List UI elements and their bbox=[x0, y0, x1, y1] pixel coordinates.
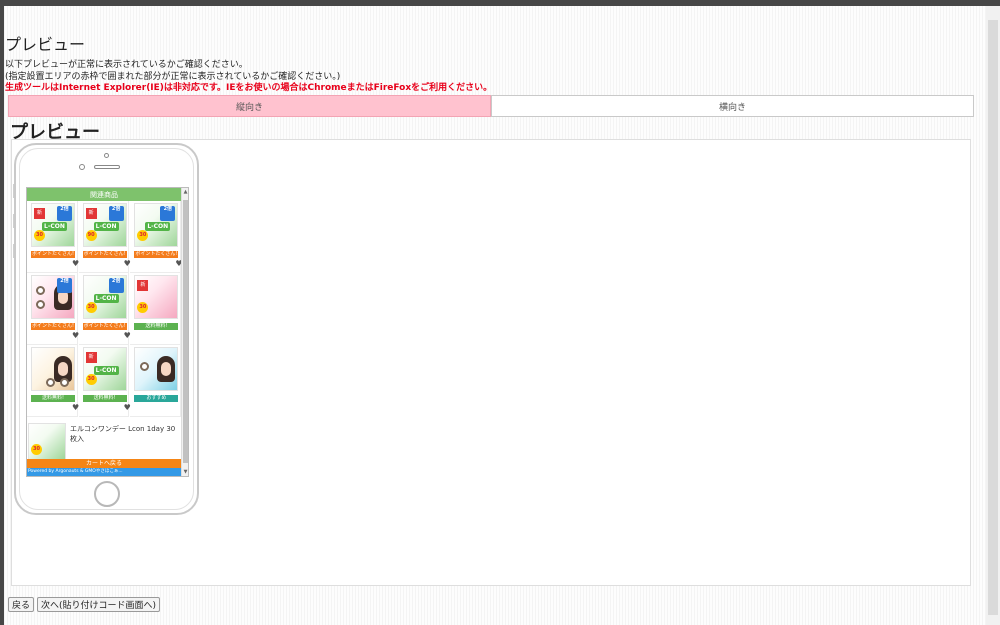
screen-scroll-thumb[interactable] bbox=[183, 200, 188, 463]
product-image: L-CON 30 2倍 bbox=[134, 203, 179, 247]
product-image bbox=[134, 347, 179, 391]
list-item-thumbnail: 30 bbox=[28, 423, 66, 460]
product-badge-point: 2倍 bbox=[108, 278, 124, 293]
product-grid: 新 L-CON 30 2倍 ポイントたくさん! ♥ 新 L-CON 90 2倍 … bbox=[27, 201, 183, 417]
product-badge-new: 新 bbox=[137, 280, 149, 291]
tab-landscape[interactable]: 横向き bbox=[491, 95, 974, 117]
product-banner: ポイントたくさん! bbox=[134, 251, 179, 258]
product-badge-new: 新 bbox=[34, 208, 45, 219]
product-card[interactable]: 新 L-CON 90 2倍 ポイントたくさん! ♥ bbox=[78, 201, 131, 273]
product-badge-point: 2倍 bbox=[57, 278, 72, 293]
lens-icon bbox=[140, 362, 150, 371]
product-banner: 送料無料! bbox=[31, 395, 75, 402]
arrow-up-icon[interactable]: ▲ bbox=[182, 188, 188, 196]
product-model-photo bbox=[157, 356, 176, 382]
tab-portrait[interactable]: 縦向き bbox=[8, 95, 491, 117]
phone-screen[interactable]: 関連商品 新 L-CON 30 2倍 ポイントたくさん! ♥ 新 L-CON 9… bbox=[26, 187, 189, 477]
product-banner: 送料無料! bbox=[82, 395, 127, 402]
product-card[interactable]: 新 L-CON 30 送料無料! ♥ bbox=[78, 345, 131, 417]
product-image: L-CON 30 2倍 bbox=[82, 275, 127, 319]
product-image: 新 L-CON 30 2倍 bbox=[31, 203, 75, 247]
powered-by-footer: Powered by Argonauts & GMOやさほこぁ... bbox=[27, 468, 181, 476]
product-badge-point: 2倍 bbox=[57, 206, 72, 221]
page-title: プレビュー bbox=[5, 35, 86, 54]
product-banner: ポイントたくさん! bbox=[82, 323, 127, 330]
product-image: 新 30 bbox=[134, 275, 179, 319]
next-button[interactable]: 次へ(貼り付けコード画面へ) bbox=[37, 597, 161, 612]
phone-camera-icon bbox=[104, 153, 109, 158]
product-banner: ポイントたくさん! bbox=[82, 251, 127, 258]
related-products-header: 関連商品 bbox=[27, 188, 181, 201]
product-badge-30: 30 bbox=[31, 444, 42, 455]
product-card[interactable]: 新 L-CON 30 2倍 ポイントたくさん! ♥ bbox=[27, 201, 79, 273]
product-badge-30: 30 bbox=[85, 374, 97, 385]
product-card[interactable]: おすすめ bbox=[130, 345, 181, 417]
page-scrollbar[interactable] bbox=[986, 6, 1000, 625]
product-brand: L-CON bbox=[42, 222, 67, 231]
phone-speaker-icon bbox=[94, 165, 120, 169]
product-card[interactable]: 新 30 送料無料! bbox=[130, 273, 181, 345]
phone-home-button bbox=[94, 481, 120, 507]
list-item-title: エルコンワンデー Lcon 1day 30枚入 bbox=[70, 425, 176, 443]
product-badge-new: 新 bbox=[85, 208, 97, 219]
lens-icon bbox=[36, 300, 45, 309]
product-brand: L-CON bbox=[93, 222, 119, 231]
product-card[interactable]: L-CON 30 2倍 ポイントたくさん! ♥ bbox=[130, 201, 183, 273]
product-badge-30: 30 bbox=[137, 302, 149, 313]
product-card[interactable]: L-CON 30 2倍 ポイントたくさん! ♥ bbox=[78, 273, 131, 345]
product-image: 新 L-CON 90 2倍 bbox=[82, 203, 127, 247]
product-card[interactable]: 2倍 ポイントたくさん! ♥ bbox=[27, 273, 79, 345]
back-to-cart-button[interactable]: カートへ戻る bbox=[27, 459, 181, 468]
product-brand: L-CON bbox=[93, 294, 119, 303]
product-banner: おすすめ bbox=[134, 395, 179, 402]
product-badge-30: 90 bbox=[85, 230, 97, 241]
product-brand: L-CON bbox=[145, 222, 171, 231]
product-badge-30: 30 bbox=[85, 302, 97, 313]
arrow-down-icon[interactable]: ▼ bbox=[182, 468, 188, 476]
phone-sensor-icon bbox=[79, 164, 85, 170]
product-badge-30: 30 bbox=[34, 230, 45, 241]
product-image: 新 L-CON 30 bbox=[82, 347, 127, 391]
notice-ie-warning: 生成ツールはInternet Explorer(IE)は非対応です。IEをお使い… bbox=[5, 83, 493, 93]
product-card[interactable]: 送料無料! ♥ bbox=[27, 345, 79, 417]
product-badge-point: 2倍 bbox=[108, 206, 124, 221]
lens-icon bbox=[46, 378, 55, 387]
page-scroll-thumb[interactable] bbox=[988, 20, 998, 615]
screen-scrollbar[interactable]: ▲ ▼ bbox=[181, 188, 188, 476]
product-brand: L-CON bbox=[93, 366, 119, 375]
product-banner: ポイントたくさん! bbox=[31, 323, 75, 330]
list-item[interactable]: 30 エルコンワンデー Lcon 1day 30枚入 bbox=[27, 421, 181, 460]
product-image: 2倍 bbox=[31, 275, 75, 319]
back-button[interactable]: 戻る bbox=[8, 597, 35, 612]
phone-mockup: 関連商品 新 L-CON 30 2倍 ポイントたくさん! ♥ 新 L-CON 9… bbox=[14, 143, 199, 515]
product-banner: ポイントたくさん! bbox=[31, 251, 75, 258]
product-badge-new: 新 bbox=[85, 352, 97, 363]
product-badge-30: 30 bbox=[137, 230, 149, 241]
orientation-tabs: 縦向き 横向き bbox=[8, 95, 974, 117]
lens-icon bbox=[36, 286, 45, 295]
lens-icon bbox=[60, 378, 69, 387]
product-banner: 送料無料! bbox=[134, 323, 179, 330]
product-image bbox=[31, 347, 75, 391]
product-badge-point: 2倍 bbox=[160, 206, 176, 221]
